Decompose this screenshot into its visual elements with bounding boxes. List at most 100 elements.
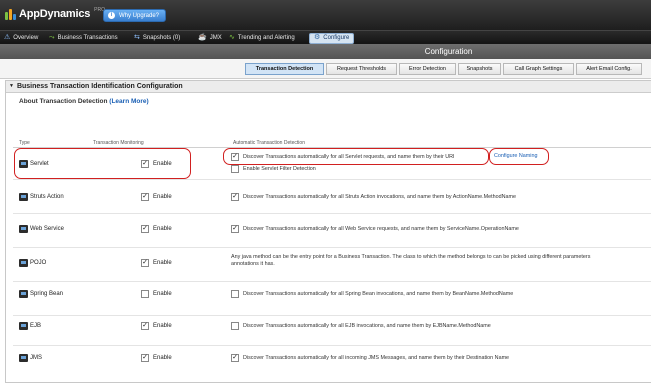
enable-label: Enable xyxy=(153,194,172,200)
why-upgrade-button[interactable]: i Why Upgrade? xyxy=(103,9,167,22)
servlet-highlight xyxy=(14,148,191,179)
tab-alert-email-config[interactable]: Alert Email Config. xyxy=(576,63,642,75)
detect-checkbox[interactable]: ✓ xyxy=(231,225,239,233)
type-cell: Struts Action xyxy=(19,193,64,201)
configure-icon: ⚙ xyxy=(314,34,321,41)
table-row: JMS ✓ Enable ✓ Discover Transactions aut… xyxy=(13,346,651,376)
info-icon: i xyxy=(108,12,115,19)
app-logo[interactable]: AppDynamics PRO xyxy=(5,7,105,20)
detection-text: Discover Transactions automatically for … xyxy=(243,194,516,200)
detection-text: Discover Transactions automatically for … xyxy=(243,226,519,232)
nav-label: Overview xyxy=(13,35,39,41)
nav-label: Snapshots (0) xyxy=(142,35,181,41)
page-title-bar: Configuration xyxy=(0,44,651,59)
detection-control: Discover Transactions automatically for … xyxy=(231,322,491,330)
learn-more-link[interactable]: (Learn More) xyxy=(109,98,148,105)
web-service-icon xyxy=(19,225,28,233)
col-monitoring: Transaction Monitoring xyxy=(93,140,144,146)
enable-control: ✓ Enable xyxy=(141,354,172,362)
naming-highlight xyxy=(489,148,549,165)
pojo-description: Any java method can be the entry point f… xyxy=(231,254,591,260)
type-cell: Spring Bean xyxy=(19,290,63,298)
enable-checkbox[interactable] xyxy=(141,290,149,298)
enable-control: ✓ Enable xyxy=(141,259,172,267)
page-title: Configuration xyxy=(424,47,473,56)
type-label: JMS xyxy=(30,355,42,361)
nav-overview[interactable]: ⚠ Overview xyxy=(4,31,38,45)
enable-checkbox[interactable]: ✓ xyxy=(141,354,149,362)
pojo-description-cont: annotations it has. xyxy=(231,261,275,267)
enable-label: Enable xyxy=(153,323,172,329)
type-cell: JMS xyxy=(19,354,42,362)
type-cell: POJO xyxy=(19,259,46,267)
servlet-filter-checkbox[interactable] xyxy=(231,165,239,173)
tab-call-graph-settings[interactable]: Call Graph Settings xyxy=(503,63,574,75)
nav-label: Business Transactions xyxy=(57,35,118,41)
table-row: EJB ✓ Enable Discover Transactions autom… xyxy=(13,312,651,346)
overview-icon: ⚠ xyxy=(4,34,11,41)
enable-checkbox[interactable]: ✓ xyxy=(141,259,149,267)
logo-text: AppDynamics xyxy=(19,8,91,20)
panel-title-text: Business Transaction Identification Conf… xyxy=(16,83,183,90)
detect-checkbox[interactable] xyxy=(231,322,239,330)
detection-control: ✓ Discover Transactions automatically fo… xyxy=(231,354,509,362)
spring-bean-icon xyxy=(19,290,28,298)
detection-control: ✓ Discover Transactions automatically fo… xyxy=(231,225,519,233)
why-upgrade-label: Why Upgrade? xyxy=(119,13,160,19)
type-label: Struts Action xyxy=(30,194,64,200)
detect-checkbox[interactable]: ✓ xyxy=(231,193,239,201)
nav-label: Trending and Alerting xyxy=(237,35,295,41)
trending-icon: ∿ xyxy=(229,34,235,41)
detection-highlight xyxy=(223,148,489,165)
table-row: POJO ✓ Enable Any java method can be the… xyxy=(13,248,651,282)
logo-icon xyxy=(5,8,16,20)
enable-control: ✓ Enable xyxy=(141,322,172,330)
detection-control: Discover Transactions automatically for … xyxy=(231,290,513,298)
top-bar: AppDynamics PRO i Why Upgrade? xyxy=(0,0,651,30)
panel-title[interactable]: ▼ Business Transaction Identification Con… xyxy=(6,81,651,93)
col-detection: Automatic Transaction Detection xyxy=(233,140,305,146)
ejb-icon xyxy=(19,322,28,330)
collapse-icon[interactable]: ▼ xyxy=(9,83,14,89)
nav-trending-alerting[interactable]: ∿ Trending and Alerting xyxy=(229,31,295,45)
nav-business-transactions[interactable]: ⤳ Business Transactions xyxy=(49,31,118,45)
type-label: EJB xyxy=(30,323,42,329)
tab-error-detection[interactable]: Error Detection xyxy=(399,63,456,75)
detection-control: ✓ Discover Transactions automatically fo… xyxy=(231,193,516,201)
detection-text: Discover Transactions automatically for … xyxy=(243,323,491,329)
tab-request-thresholds[interactable]: Request Thresholds xyxy=(326,63,397,75)
enable-label: Enable xyxy=(153,226,172,232)
detect-checkbox[interactable] xyxy=(231,290,239,298)
main-nav: ⚠ Overview ⤳ Business Transactions ⇆ Sna… xyxy=(0,30,651,44)
enable-control: ✓ Enable xyxy=(141,225,172,233)
nav-label: Configure xyxy=(323,35,350,41)
enable-label: Enable xyxy=(153,260,172,266)
enable-label: Enable xyxy=(153,291,172,297)
detect-checkbox[interactable]: ✓ xyxy=(231,354,239,362)
enable-checkbox[interactable]: ✓ xyxy=(141,225,149,233)
servlet-filter-control: Enable Servlet Filter Detection xyxy=(231,165,316,173)
nav-label: JMX xyxy=(209,35,222,41)
detection-text: Discover Transactions automatically for … xyxy=(243,291,514,297)
enable-checkbox[interactable]: ✓ xyxy=(141,193,149,201)
transactions-icon: ⤳ xyxy=(49,34,55,41)
about-section: About Transaction Detection (Learn More) xyxy=(19,98,149,105)
jms-icon xyxy=(19,354,28,362)
type-label: POJO xyxy=(30,260,47,266)
tab-snapshots[interactable]: Snapshots xyxy=(458,63,501,75)
tab-transaction-detection[interactable]: Transaction Detection xyxy=(245,63,324,75)
enable-label: Enable xyxy=(153,355,172,361)
servlet-filter-label: Enable Servlet Filter Detection xyxy=(243,166,316,172)
nav-jmx[interactable]: ☕ JMX xyxy=(198,31,222,45)
struts-icon xyxy=(19,193,28,201)
table-row: Web Service ✓ Enable ✓ Discover Transact… xyxy=(13,214,651,248)
nav-snapshots[interactable]: ⇆ Snapshots (0) xyxy=(134,31,180,45)
col-type: Type xyxy=(19,140,30,146)
table-row: Struts Action ✓ Enable ✓ Discover Transa… xyxy=(13,180,651,214)
nav-configure[interactable]: ⚙ Configure xyxy=(309,32,355,44)
enable-checkbox[interactable]: ✓ xyxy=(141,322,149,330)
enable-control: ✓ Enable xyxy=(141,193,172,201)
table-header: Type Transaction Monitoring Automatic Tr… xyxy=(13,139,651,148)
type-cell: EJB xyxy=(19,322,41,330)
type-cell: Web Service xyxy=(19,225,64,233)
